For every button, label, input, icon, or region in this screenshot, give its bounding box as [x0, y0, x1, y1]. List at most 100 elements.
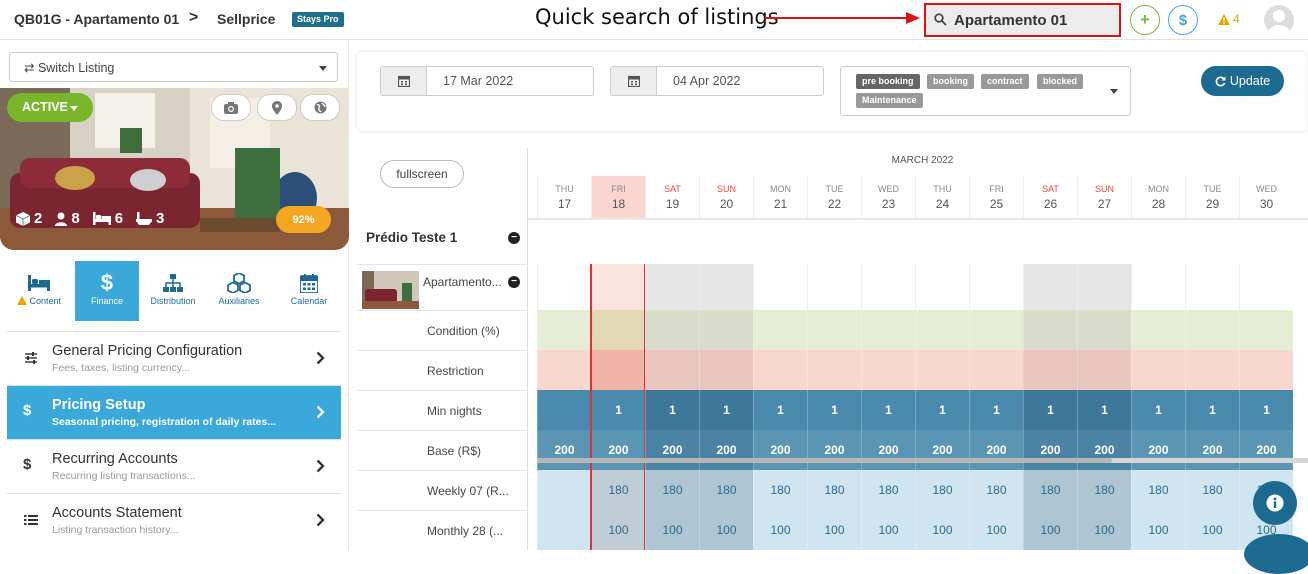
- menu-recurring-accounts[interactable]: $ Recurring Accounts Recurring listing t…: [7, 439, 341, 493]
- rate-cell[interactable]: 180: [753, 470, 807, 510]
- rate-cell[interactable]: [915, 350, 969, 390]
- finance-button[interactable]: $: [1168, 5, 1198, 35]
- rate-cell[interactable]: [861, 310, 915, 350]
- rate-cell[interactable]: 100: [1023, 510, 1077, 550]
- globe-button[interactable]: [300, 94, 340, 121]
- unit-day-cell[interactable]: [753, 264, 807, 310]
- rate-cell[interactable]: 1: [861, 390, 915, 430]
- rate-cell[interactable]: 100: [591, 510, 645, 550]
- rate-cell[interactable]: 200: [1131, 430, 1185, 470]
- menu-accounts-statement[interactable]: Accounts Statement Listing transaction h…: [7, 493, 341, 547]
- rate-cell[interactable]: 100: [645, 510, 699, 550]
- unit-day-cell[interactable]: [1131, 264, 1185, 310]
- rate-cell[interactable]: 100: [699, 510, 753, 550]
- rate-cell[interactable]: [591, 350, 645, 390]
- rate-cell[interactable]: 200: [591, 430, 645, 470]
- rate-cell[interactable]: [807, 350, 861, 390]
- tag-maintenance[interactable]: Maintenance: [856, 93, 923, 108]
- rate-cell[interactable]: 100: [1131, 510, 1185, 550]
- warnings-button[interactable]: 4: [1218, 12, 1240, 26]
- tag-contract[interactable]: contract: [981, 74, 1029, 89]
- location-button[interactable]: [257, 94, 297, 121]
- rate-cell[interactable]: [537, 510, 591, 550]
- rate-cell[interactable]: [1185, 350, 1239, 390]
- rate-cell[interactable]: [537, 470, 591, 510]
- rate-cell[interactable]: 1: [807, 390, 861, 430]
- unit-day-cell[interactable]: [1077, 264, 1131, 310]
- rate-cell[interactable]: 1: [1077, 390, 1131, 430]
- help-button[interactable]: [1253, 481, 1297, 525]
- booking-type-select[interactable]: pre booking booking contract blocked Mai…: [840, 66, 1131, 116]
- unit-day-cell[interactable]: [1185, 264, 1239, 310]
- status-dropdown[interactable]: ACTIVE: [7, 93, 93, 122]
- date-to-field[interactable]: 04 Apr 2022: [610, 66, 824, 96]
- rate-cell[interactable]: 200: [807, 430, 861, 470]
- rate-cell[interactable]: 1: [1131, 390, 1185, 430]
- rate-cell[interactable]: [591, 310, 645, 350]
- rate-cell[interactable]: 200: [753, 430, 807, 470]
- rate-cell[interactable]: [753, 310, 807, 350]
- photos-button[interactable]: [211, 94, 251, 121]
- rate-cell[interactable]: 100: [753, 510, 807, 550]
- rate-cell[interactable]: 180: [645, 470, 699, 510]
- rate-cell[interactable]: [537, 350, 591, 390]
- rate-cell[interactable]: [1023, 310, 1077, 350]
- rate-cell[interactable]: [1185, 310, 1239, 350]
- horizontal-scrollbar[interactable]: [537, 458, 1308, 463]
- tag-booking[interactable]: booking: [927, 74, 974, 89]
- tab-finance[interactable]: $ Finance: [75, 261, 139, 321]
- rate-cell[interactable]: 1: [1023, 390, 1077, 430]
- rate-cell[interactable]: [699, 310, 753, 350]
- rate-cell[interactable]: 180: [861, 470, 915, 510]
- rate-cell[interactable]: [1131, 310, 1185, 350]
- unit-day-cell[interactable]: [807, 264, 861, 310]
- listing-search[interactable]: [924, 3, 1121, 37]
- rate-cell[interactable]: 180: [1131, 470, 1185, 510]
- rate-cell[interactable]: 180: [969, 470, 1023, 510]
- unit-day-cell[interactable]: [645, 264, 699, 310]
- rate-cell[interactable]: [1023, 350, 1077, 390]
- rate-cell[interactable]: [1239, 350, 1293, 390]
- tag-blocked[interactable]: blocked: [1037, 74, 1084, 89]
- date-from-field[interactable]: 17 Mar 2022: [380, 66, 594, 96]
- rate-cell[interactable]: 100: [969, 510, 1023, 550]
- rate-cell[interactable]: 200: [1185, 430, 1239, 470]
- search-input[interactable]: [954, 10, 1114, 30]
- update-button[interactable]: Update: [1201, 66, 1284, 96]
- rate-cell[interactable]: [915, 310, 969, 350]
- rate-cell[interactable]: 1: [1185, 390, 1239, 430]
- tab-auxiliaries[interactable]: Auxiliaries: [207, 261, 271, 321]
- rate-cell[interactable]: 200: [645, 430, 699, 470]
- unit-day-cell[interactable]: [591, 264, 645, 310]
- menu-general-pricing[interactable]: General Pricing Configuration Fees, taxe…: [7, 331, 341, 385]
- rate-cell[interactable]: 100: [1077, 510, 1131, 550]
- rate-cell[interactable]: 200: [969, 430, 1023, 470]
- scrollbar-thumb[interactable]: [537, 458, 1112, 463]
- rate-cell[interactable]: 200: [915, 430, 969, 470]
- collapse-group-icon[interactable]: −: [508, 232, 520, 244]
- unit-name[interactable]: Apartamento...: [423, 275, 502, 289]
- rate-cell[interactable]: 100: [915, 510, 969, 550]
- rate-cell[interactable]: [753, 350, 807, 390]
- rate-cell[interactable]: [969, 350, 1023, 390]
- rate-cell[interactable]: [1239, 310, 1293, 350]
- rate-cell[interactable]: 1: [915, 390, 969, 430]
- rate-cell[interactable]: 100: [861, 510, 915, 550]
- rate-cell[interactable]: [645, 310, 699, 350]
- rate-cell[interactable]: 180: [699, 470, 753, 510]
- rate-cell[interactable]: 1: [699, 390, 753, 430]
- unit-day-cell[interactable]: [969, 264, 1023, 310]
- rate-cell[interactable]: 200: [861, 430, 915, 470]
- rate-cell[interactable]: 200: [699, 430, 753, 470]
- add-button[interactable]: +: [1130, 5, 1160, 35]
- tab-content[interactable]: Content: [7, 261, 71, 321]
- rate-cell[interactable]: 180: [915, 470, 969, 510]
- rate-cell[interactable]: [537, 310, 591, 350]
- rate-cell[interactable]: [969, 310, 1023, 350]
- menu-pricing-setup[interactable]: $ Pricing Setup Seasonal pricing, regist…: [7, 385, 341, 439]
- tab-calendar[interactable]: Calendar: [277, 261, 341, 321]
- rate-cell[interactable]: 200: [537, 430, 591, 470]
- collapse-unit-icon[interactable]: −: [508, 276, 520, 288]
- rate-cell[interactable]: 1: [645, 390, 699, 430]
- rate-cell[interactable]: 100: [1185, 510, 1239, 550]
